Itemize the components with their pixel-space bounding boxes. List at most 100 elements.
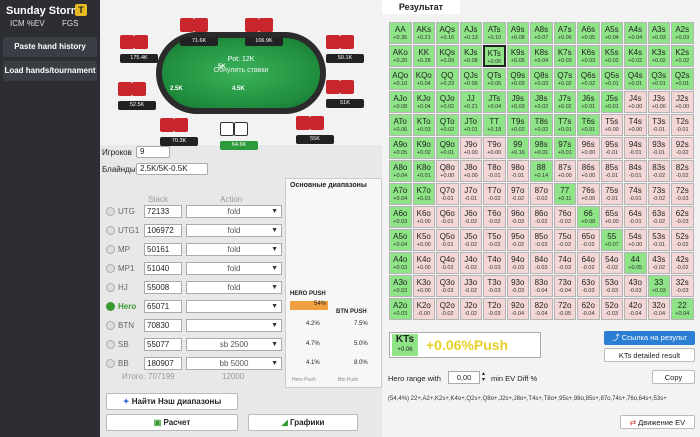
hand-cell-kk[interactable]: KK +0.28 — [412, 45, 435, 67]
hand-cell-82o[interactable]: 82o -0.04 — [530, 298, 553, 320]
hand-cell-k9s[interactable]: K9s +0.05 — [506, 45, 529, 67]
hand-cell-a4o[interactable]: A4o +0.03 — [389, 252, 412, 274]
hand-cell-j8o[interactable]: J8o +0.00 — [459, 160, 482, 182]
hand-cell-86o[interactable]: 86o -0.02 — [530, 206, 553, 228]
hand-cell-q4o[interactable]: Q4o -0.02 — [436, 252, 459, 274]
stack-input[interactable]: 72133 — [144, 205, 182, 218]
hand-cell-54s[interactable]: 54s +0.00 — [624, 229, 647, 251]
hand-cell-77[interactable]: 77 +0.11 — [553, 183, 576, 205]
hand-cell-t4o[interactable]: T4o -0.03 — [483, 252, 506, 274]
hand-cell-a7o[interactable]: A7o +0.04 — [389, 183, 412, 205]
action-select[interactable]: sb 2500 ▼ — [186, 338, 282, 351]
hand-cell-97o[interactable]: 97o -0.02 — [506, 183, 529, 205]
hand-cell-q8s[interactable]: Q8s +0.03 — [530, 68, 553, 90]
hand-cell-j6s[interactable]: J6s +0.01 — [577, 91, 600, 113]
hand-cell-j3o[interactable]: J3o -0.02 — [459, 275, 482, 297]
hand-cell-j4o[interactable]: J4o -0.02 — [459, 252, 482, 274]
players-select[interactable]: 9 — [136, 146, 170, 158]
stack-input[interactable]: 51040 — [144, 262, 182, 275]
hand-cell-32o[interactable]: 32o -0.04 — [647, 298, 670, 320]
hand-cell-42s[interactable]: 42s -0.02 — [671, 252, 694, 274]
hand-cell-qjs[interactable]: QJs +0.06 — [459, 68, 482, 90]
hand-cell-73o[interactable]: 73o -0.04 — [553, 275, 576, 297]
hand-cell-97s[interactable]: 97s +0.01 — [553, 137, 576, 159]
hand-cell-85o[interactable]: 85o -0.03 — [530, 229, 553, 251]
hand-cell-ajo[interactable]: AJo +0.08 — [389, 91, 412, 113]
hand-cell-95o[interactable]: 95o -0.02 — [506, 229, 529, 251]
hand-cell-q3s[interactable]: Q3s +0.01 — [647, 68, 670, 90]
hand-cell-q6s[interactable]: Q6s +0.02 — [577, 68, 600, 90]
hand-cell-43o[interactable]: 43o -0.03 — [624, 275, 647, 297]
action-select[interactable]: ▼ — [186, 300, 282, 313]
hand-cell-64s[interactable]: 64s -0.01 — [624, 206, 647, 228]
hand-cell-76o[interactable]: 76o -0.02 — [553, 206, 576, 228]
hero-radio[interactable] — [106, 226, 115, 235]
hand-cell-53o[interactable]: 53o -0.03 — [600, 275, 623, 297]
hand-cell-jts[interactable]: JTs +0.04 — [483, 91, 506, 113]
hand-cell-94o[interactable]: 94o -0.03 — [506, 252, 529, 274]
hand-cell-92o[interactable]: 92o -0.04 — [506, 298, 529, 320]
hand-cell-aqs[interactable]: AQs +0.16 — [436, 22, 459, 44]
hand-cell-64o[interactable]: 64o -0.02 — [577, 252, 600, 274]
hand-cell-99[interactable]: 99 +0.16 — [506, 137, 529, 159]
hand-cell-t4s[interactable]: T4s +0.00 — [624, 114, 647, 136]
hand-cell-a5o[interactable]: A5o +0.04 — [389, 229, 412, 251]
hand-cell-k8o[interactable]: K8o +0.01 — [412, 160, 435, 182]
hand-cell-75o[interactable]: 75o -0.02 — [553, 229, 576, 251]
hand-cell-j3s[interactable]: J3s +0.00 — [647, 91, 670, 113]
hand-cell-q5o[interactable]: Q5o -0.01 — [436, 229, 459, 251]
action-select[interactable]: fold ▼ — [186, 281, 282, 294]
hand-cell-j8s[interactable]: J8s +0.02 — [530, 91, 553, 113]
hand-cell-t5s[interactable]: T5s +0.00 — [600, 114, 623, 136]
hand-cell-44[interactable]: 44 +0.05 — [624, 252, 647, 274]
ev-movement-button[interactable]: ⇄ Движение EV — [620, 415, 695, 429]
seat-bb[interactable]: 175.4K — [120, 35, 158, 63]
hero-radio[interactable] — [106, 283, 115, 292]
hero-radio[interactable] — [106, 321, 115, 330]
hand-cell-kjs[interactable]: KJs +0.08 — [459, 45, 482, 67]
hand-cell-j5o[interactable]: J5o -0.02 — [459, 229, 482, 251]
hand-cell-a8o[interactable]: A8o +0.04 — [389, 160, 412, 182]
detailed-result-button[interactable]: KTs detailed result — [604, 348, 695, 362]
hand-cell-j5s[interactable]: J5s +0.01 — [600, 91, 623, 113]
hero-radio[interactable] — [106, 245, 115, 254]
stack-input[interactable]: 55008 — [144, 281, 182, 294]
hand-cell-87o[interactable]: 87o -0.02 — [530, 183, 553, 205]
seat-hero[interactable]: 64.6K — [220, 122, 258, 150]
hand-cell-73s[interactable]: 73s -0.02 — [647, 183, 670, 205]
hand-cell-a3s[interactable]: A3s +0.03 — [647, 22, 670, 44]
stack-input[interactable]: 65071 — [144, 300, 182, 313]
hand-cell-54o[interactable]: 54o -0.02 — [600, 252, 623, 274]
hand-cell-t6s[interactable]: T6s +0.01 — [577, 114, 600, 136]
hand-cell-63o[interactable]: 63o -0.03 — [577, 275, 600, 297]
hand-cell-94s[interactable]: 94s -0.01 — [624, 137, 647, 159]
hand-cell-q9o[interactable]: Q9o +0.01 — [436, 137, 459, 159]
hand-cell-t7o[interactable]: T7o -0.02 — [483, 183, 506, 205]
seat-hj[interactable]: 55K — [296, 116, 334, 144]
load-hands-button[interactable]: Load hands/tournament — [3, 61, 97, 81]
hand-cell-t9o[interactable]: T9o +0.00 — [483, 137, 506, 159]
hand-cell-a6o[interactable]: A6o +0.03 — [389, 206, 412, 228]
hand-cell-43s[interactable]: 43s -0.02 — [647, 252, 670, 274]
hand-cell-q6o[interactable]: Q6o -0.01 — [436, 206, 459, 228]
calculate-button[interactable]: ▣ Расчет — [106, 414, 238, 431]
action-select[interactable]: fold ▼ — [186, 243, 282, 256]
hand-cell-aa[interactable]: AA +0.36 — [389, 22, 412, 44]
hand-cell-a3o[interactable]: A3o +0.03 — [389, 275, 412, 297]
hand-cell-72o[interactable]: 72o -0.05 — [553, 298, 576, 320]
hand-cell-a9s[interactable]: A9s +0.08 — [506, 22, 529, 44]
hand-cell-j2o[interactable]: J2o -0.02 — [459, 298, 482, 320]
hand-cell-ato[interactable]: ATo +0.06 — [389, 114, 412, 136]
hand-cell-kto[interactable]: KTo +0.03 — [412, 114, 435, 136]
copy-button[interactable]: Copy — [652, 370, 695, 384]
hand-cell-96o[interactable]: 96o -0.03 — [506, 206, 529, 228]
hand-cell-tt[interactable]: TT +0.18 — [483, 114, 506, 136]
hand-cell-jto[interactable]: JTo +0.01 — [459, 114, 482, 136]
hand-cell-qto[interactable]: QTo +0.02 — [436, 114, 459, 136]
hand-cell-t9s[interactable]: T9s +0.02 — [506, 114, 529, 136]
hero-radio[interactable] — [106, 340, 115, 349]
stack-input[interactable]: 180907 — [144, 357, 182, 370]
hand-cell-kts[interactable]: KTs +0.06 — [483, 45, 506, 67]
hand-cell-q3o[interactable]: Q3o -0.02 — [436, 275, 459, 297]
hand-cell-32s[interactable]: 32s -0.03 — [671, 275, 694, 297]
